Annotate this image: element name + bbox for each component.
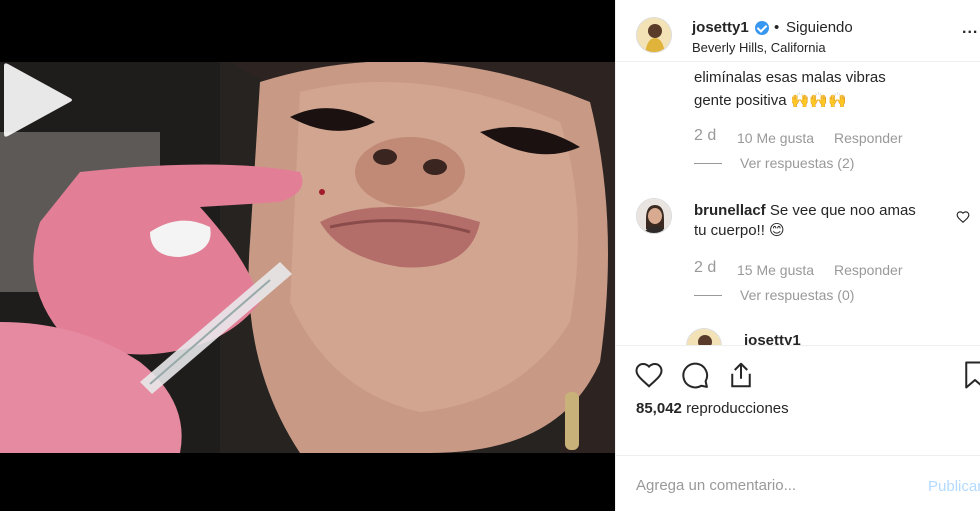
reply-button[interactable]: Responder bbox=[834, 262, 903, 278]
post-header: josetty1 • Siguiendo Beverly Hills, Cali… bbox=[616, 0, 980, 62]
play-icon[interactable] bbox=[0, 62, 74, 138]
share-icon[interactable] bbox=[726, 360, 756, 390]
commenter-username[interactable]: brunellacf bbox=[694, 202, 766, 219]
comment-likes[interactable]: 10 Me gusta bbox=[737, 130, 814, 146]
view-replies-button[interactable]: Ver respuestas (2) bbox=[740, 155, 854, 171]
header-separator: • bbox=[774, 19, 780, 36]
commenter-avatar[interactable] bbox=[636, 198, 672, 234]
following-button[interactable]: Siguiendo bbox=[786, 19, 853, 36]
view-replies-button[interactable]: Ver respuestas (0) bbox=[740, 287, 854, 303]
view-count[interactable]: 85,042 reproducciones bbox=[636, 400, 789, 417]
comment-input[interactable] bbox=[636, 474, 916, 496]
avatar-image bbox=[637, 18, 671, 52]
comment-text: Se vee que noo amas bbox=[769, 202, 916, 219]
comments-list[interactable]: elimínalas esas malas vibras gente posit… bbox=[616, 62, 980, 345]
publish-button[interactable]: Publicar bbox=[928, 478, 980, 495]
comment-time[interactable]: 2 d bbox=[694, 259, 716, 277]
post-actions: 85,042 reproducciones bbox=[616, 345, 980, 455]
replies-divider bbox=[694, 295, 722, 296]
replies-divider bbox=[694, 163, 722, 164]
post-location[interactable]: Beverly Hills, California bbox=[692, 40, 826, 55]
like-comment-heart-icon[interactable] bbox=[956, 210, 970, 224]
comment-text-line: brunellacf Se vee que noo amas bbox=[694, 200, 916, 221]
commenter-username[interactable]: josetty1 bbox=[744, 330, 801, 345]
reply-button[interactable]: Responder bbox=[834, 130, 903, 146]
comment-text-line: elimínalas esas malas vibras bbox=[694, 69, 886, 86]
author-username[interactable]: josetty1 bbox=[692, 19, 749, 36]
post-side-panel: josetty1 • Siguiendo Beverly Hills, Cali… bbox=[615, 0, 980, 511]
comment-likes[interactable]: 15 Me gusta bbox=[737, 262, 814, 278]
verified-badge-icon bbox=[755, 21, 769, 35]
author-avatar[interactable] bbox=[636, 17, 672, 53]
video-player[interactable] bbox=[0, 62, 615, 453]
view-count-number: 85,042 bbox=[636, 400, 682, 417]
bookmark-icon[interactable] bbox=[960, 360, 980, 390]
view-count-label: reproducciones bbox=[686, 400, 789, 417]
add-comment-bar: Publicar bbox=[616, 455, 980, 511]
commenter-avatar[interactable] bbox=[686, 328, 722, 345]
post-media bbox=[0, 0, 615, 511]
comment-text-line: tu cuerpo!! 😊 bbox=[694, 222, 785, 239]
avatar-image bbox=[687, 329, 721, 345]
heart-icon[interactable] bbox=[634, 360, 664, 390]
comment-text-line: gente positiva 🙌🙌🙌 bbox=[694, 92, 847, 109]
comment-time[interactable]: 2 d bbox=[694, 127, 716, 145]
more-options-icon[interactable]: ... bbox=[962, 20, 978, 38]
comment-icon[interactable] bbox=[680, 360, 710, 390]
avatar-image bbox=[637, 199, 671, 233]
video-frame-image bbox=[0, 62, 615, 453]
